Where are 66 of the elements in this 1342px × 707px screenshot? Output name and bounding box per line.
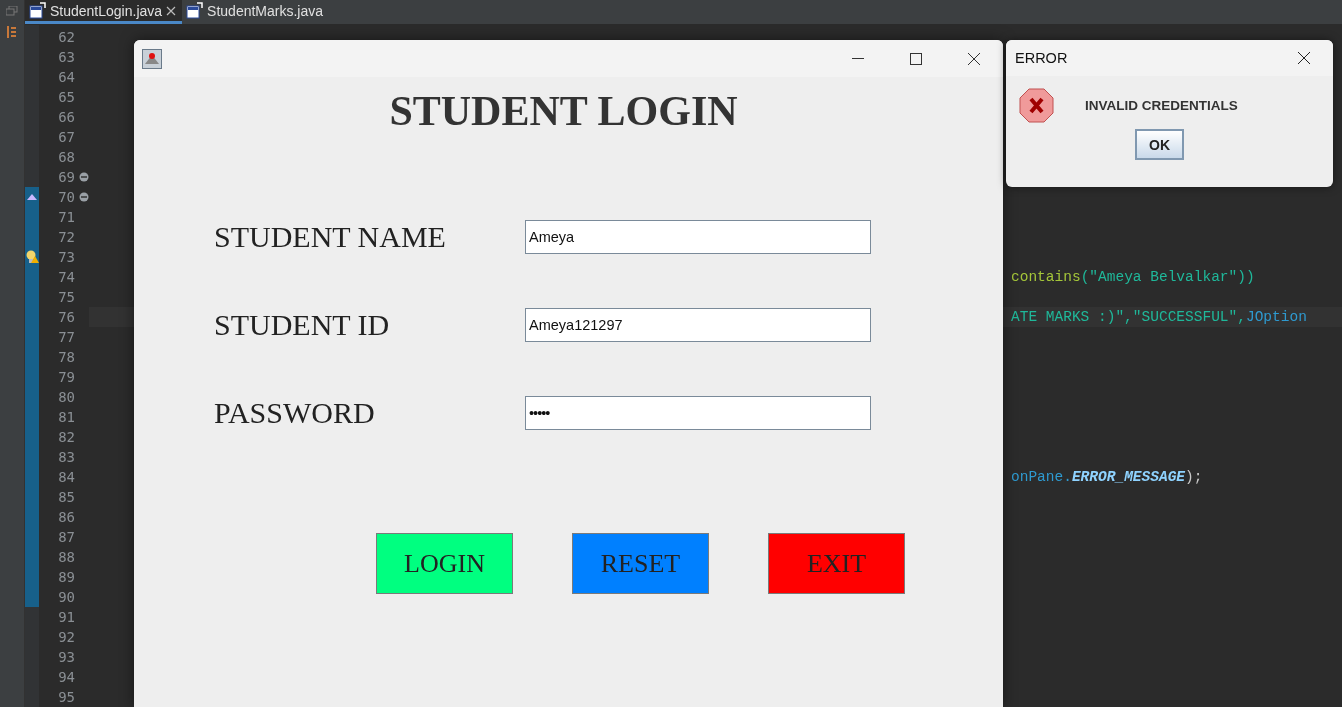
line-number: 86 (57, 509, 76, 525)
line-number: 74 (57, 269, 76, 285)
line-number: 94 (57, 669, 76, 685)
line-number: 64 (57, 69, 76, 85)
line-number: 63 (57, 49, 76, 65)
line-number: 69 (57, 169, 76, 185)
line-number: 76 (57, 309, 76, 325)
close-icon (1298, 52, 1310, 64)
line-number: 75 (57, 289, 76, 305)
fold-icon[interactable] (79, 172, 89, 182)
line-number: 81 (57, 409, 76, 425)
structure-icon[interactable] (7, 26, 17, 38)
field-label: STUDENT NAME (214, 220, 447, 254)
code-line: ATE MARKS :)","SUCCESSFUL",JOption (1011, 309, 1307, 325)
minimize-icon (852, 57, 864, 60)
line-number: 84 (57, 469, 76, 485)
login-heading: STUDENT LOGIN (389, 87, 739, 135)
form-button[interactable]: EXIT (768, 533, 905, 594)
line-number: 67 (57, 129, 76, 145)
triangle-icon (27, 194, 37, 200)
fold-icon[interactable] (79, 192, 89, 202)
editor-tab[interactable]: StudentLogin.java (25, 0, 183, 24)
java-file-icon (29, 2, 46, 19)
form-button[interactable]: RESET (572, 533, 709, 594)
form-button[interactable]: LOGIN (376, 533, 513, 594)
line-number: 93 (57, 649, 76, 665)
editor-tab[interactable]: StudentMarks.java (182, 0, 330, 24)
dialog-title: ERROR (1015, 50, 1068, 66)
line-number: 80 (57, 389, 76, 405)
app-icon (142, 48, 162, 69)
line-number: 62 (57, 29, 76, 45)
ok-button[interactable]: OK (1135, 129, 1184, 160)
close-icon[interactable] (166, 5, 177, 16)
line-number: 65 (57, 89, 76, 105)
line-number: 77 (57, 329, 76, 345)
close-icon (968, 52, 980, 65)
line-number: 85 (57, 489, 76, 505)
error-icon (1019, 88, 1054, 123)
line-number: 72 (57, 229, 76, 245)
line-number: 71 (57, 209, 76, 225)
java-file-icon (186, 2, 204, 19)
line-number: 83 (57, 449, 76, 465)
field-label: STUDENT ID (214, 308, 391, 342)
field-label: PASSWORD (214, 396, 376, 430)
line-number: 91 (57, 609, 76, 625)
line-number: 95 (57, 689, 76, 705)
error-message: INVALID CREDENTIALS (1085, 98, 1238, 113)
code-line: onPane.ERROR_MESSAGE); (1011, 469, 1203, 485)
line-number: 78 (57, 349, 76, 365)
line-number: 90 (57, 589, 76, 605)
line-number: 66 (57, 109, 76, 125)
line-number: 73 (57, 249, 76, 265)
line-number: 68 (57, 149, 76, 165)
lightbulb-warning-icon[interactable] (25, 250, 39, 264)
line-number: 79 (57, 369, 76, 385)
line-number: 82 (57, 429, 76, 445)
line-number: 92 (57, 629, 76, 645)
line-number: 89 (57, 569, 76, 585)
line-number: 87 (57, 529, 76, 545)
text-field[interactable]: Ameya121297 (525, 308, 871, 342)
password-field[interactable]: ••••• (525, 396, 871, 430)
maximize-icon (910, 52, 922, 65)
line-number: 88 (57, 549, 76, 565)
code-line: contains("Ameya Belvalkar")) (1011, 269, 1255, 285)
line-number: 70 (57, 189, 76, 205)
text-field[interactable]: Ameya (525, 220, 871, 254)
